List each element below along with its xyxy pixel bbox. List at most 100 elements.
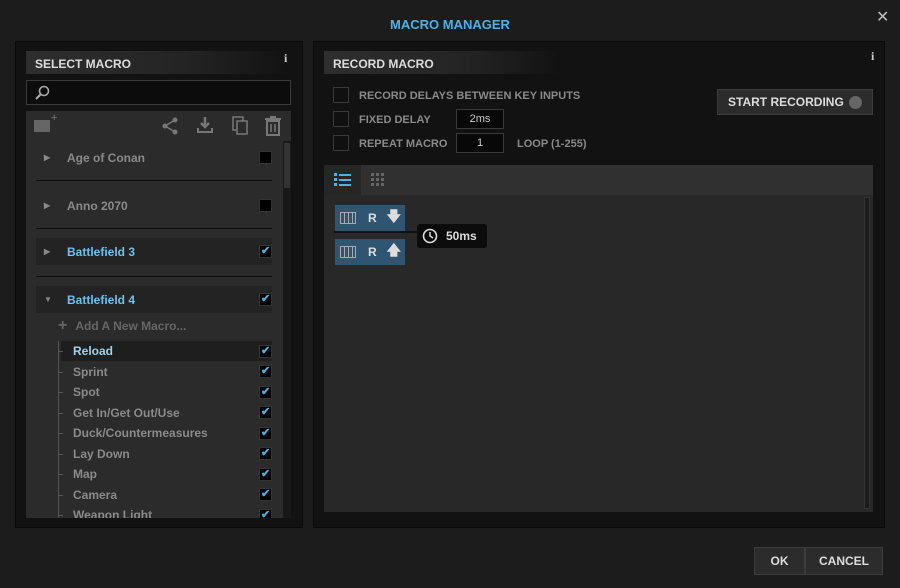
macro-name: Camera	[73, 487, 118, 502]
tree-branch	[58, 392, 63, 393]
repeat-macro-checkbox[interactable]	[333, 135, 349, 151]
game-row-battlefield-3[interactable]: ▶ Battlefield 3	[36, 238, 272, 265]
key-event-up[interactable]: R 🡅	[335, 239, 405, 265]
macro-item[interactable]: Sprint	[61, 362, 272, 382]
select-macro-panel: SELECT MACRO i + ▶ Age of Conan ▶ Anno 207…	[15, 41, 303, 528]
macro-list: ▶ Age of Conan ▶ Anno 2070 ▶ Battlefield 3 …	[26, 141, 283, 518]
tree-branch	[58, 371, 63, 373]
tree-branch	[58, 453, 63, 455]
game-name: Battlefield 3	[67, 244, 136, 259]
arrow-up-icon: 🡅	[386, 242, 402, 258]
tree-branch	[58, 433, 63, 434]
expand-arrow-icon[interactable]: ▶	[44, 247, 64, 256]
record-indicator-icon	[849, 96, 862, 109]
macro-item[interactable]: Map	[61, 464, 272, 484]
arrow-down-icon: 🡇	[386, 208, 402, 224]
game-checkbox[interactable]	[259, 151, 272, 164]
macro-name: Duck/Countermeasures	[73, 426, 208, 440]
macro-item[interactable]: Weapon Light	[61, 505, 272, 518]
macro-name: Get In/Get Out/Use	[73, 405, 180, 420]
collapse-arrow-icon[interactable]: ▼	[44, 295, 64, 304]
editor-scrollbar[interactable]	[864, 197, 870, 509]
key-event-down[interactable]: R 🡇	[335, 205, 405, 231]
add-macro-label: Add A New Macro...	[75, 319, 187, 333]
info-icon[interactable]: i	[871, 49, 874, 64]
tree-branch	[58, 474, 63, 475]
grid-view-icon[interactable]	[371, 173, 385, 187]
tree-branch	[58, 351, 63, 352]
macro-checkbox[interactable]	[259, 508, 272, 518]
game-checkbox[interactable]	[259, 244, 272, 258]
plus-icon: +	[58, 317, 68, 334]
select-macro-header: SELECT MACRO	[26, 51, 291, 74]
keyboard-icon	[340, 246, 356, 258]
divider	[36, 276, 272, 277]
list-scrollbar[interactable]	[283, 141, 291, 518]
delay-block[interactable]: 50ms	[417, 224, 487, 248]
start-recording-label: START RECORDING	[728, 95, 844, 109]
window-title: MACRO MANAGER	[390, 17, 510, 32]
loop-label: LOOP (1-255)	[517, 138, 587, 150]
import-icon[interactable]	[196, 116, 214, 134]
key-label: R	[368, 245, 377, 259]
game-checkbox[interactable]	[259, 199, 272, 212]
record-macro-panel: RECORD MACRO i RECORD DELAYS BETWEEN KEY…	[313, 41, 885, 528]
share-icon[interactable]	[161, 117, 179, 135]
game-row-age-of-conan[interactable]: ▶ Age of Conan	[36, 144, 272, 171]
macro-checkbox[interactable]	[259, 405, 272, 419]
expand-arrow-icon[interactable]: ▶	[44, 201, 64, 210]
keyboard-icon	[340, 212, 356, 224]
game-name: Anno 2070	[67, 198, 128, 213]
list-view-tab[interactable]	[324, 165, 361, 195]
close-icon[interactable]: ✕	[876, 7, 889, 27]
info-icon[interactable]: i	[284, 51, 287, 66]
macro-name: Map	[73, 467, 97, 481]
macro-toolbar: +	[26, 111, 291, 141]
game-row-battlefield-4[interactable]: ▼ Battlefield 4	[36, 286, 272, 313]
divider	[36, 180, 272, 181]
macro-checkbox[interactable]	[259, 467, 272, 481]
search-icon	[35, 85, 50, 100]
delay-value: 50ms	[446, 229, 477, 243]
start-recording-button[interactable]: START RECORDING	[717, 89, 873, 115]
new-folder-icon[interactable]	[34, 120, 50, 132]
plus-icon: +	[51, 112, 58, 124]
search-input[interactable]	[26, 80, 291, 105]
macro-item[interactable]: Camera	[61, 485, 272, 505]
macro-item[interactable]: Get In/Get Out/Use	[61, 403, 272, 423]
tree-branch	[58, 412, 63, 414]
connector-line	[334, 231, 424, 233]
key-label: R	[368, 211, 377, 225]
fixed-delay-checkbox[interactable]	[333, 111, 349, 127]
macro-checkbox[interactable]	[259, 364, 272, 378]
trash-icon[interactable]	[264, 116, 282, 136]
game-checkbox[interactable]	[259, 292, 272, 306]
repeat-count-input[interactable]: 1	[456, 133, 504, 153]
macro-checkbox[interactable]	[259, 446, 272, 460]
macro-checkbox[interactable]	[259, 385, 272, 399]
macro-checkbox[interactable]	[259, 344, 272, 358]
macro-item[interactable]: Reload	[61, 341, 272, 361]
macro-item[interactable]: Duck/Countermeasures	[61, 423, 272, 443]
record-delays-checkbox[interactable]	[333, 87, 349, 103]
ok-button[interactable]: OK	[754, 547, 805, 575]
divider	[36, 228, 272, 229]
record-macro-header: RECORD MACRO	[324, 51, 561, 74]
game-row-anno-2070[interactable]: ▶ Anno 2070	[36, 192, 272, 219]
fixed-delay-label: FIXED DELAY	[359, 114, 431, 126]
tree-branch	[58, 494, 63, 496]
fixed-delay-input[interactable]: 2ms	[456, 109, 504, 129]
macro-name: Weapon Light	[73, 508, 153, 518]
macro-name: Sprint	[73, 364, 108, 379]
copy-icon[interactable]	[232, 116, 250, 136]
macro-item[interactable]: Lay Down	[61, 444, 272, 464]
macro-item[interactable]: Spot	[61, 382, 272, 402]
expand-arrow-icon[interactable]: ▶	[44, 153, 64, 162]
macro-checkbox[interactable]	[259, 426, 272, 440]
macro-name: Lay Down	[73, 446, 130, 461]
cancel-button[interactable]: CANCEL	[805, 547, 883, 575]
add-macro-button[interactable]: + Add A New Macro...	[58, 317, 187, 334]
macro-checkbox[interactable]	[259, 487, 272, 501]
tree-line	[58, 341, 59, 518]
tree-branch	[58, 515, 63, 516]
